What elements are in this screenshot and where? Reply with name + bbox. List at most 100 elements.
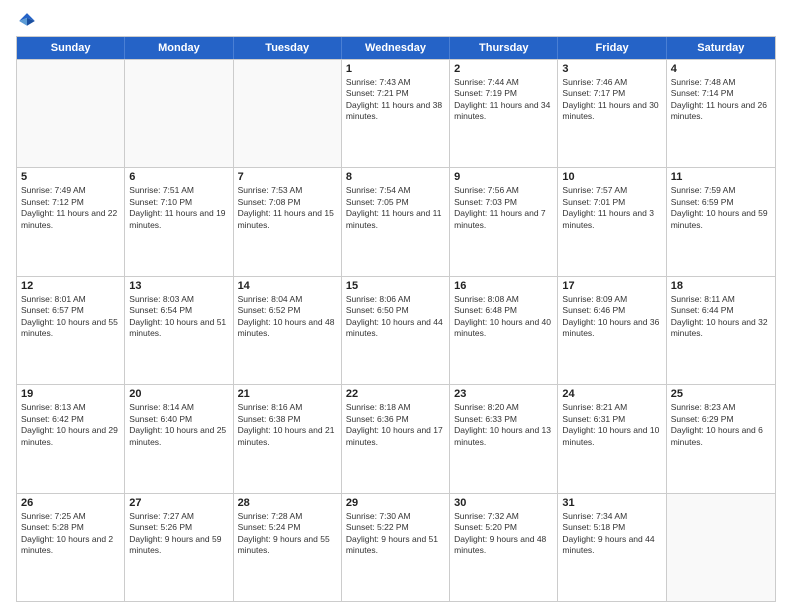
cell-info: Sunrise: 7:46 AM Sunset: 7:17 PM Dayligh…	[562, 77, 661, 123]
cell-info: Sunrise: 8:11 AM Sunset: 6:44 PM Dayligh…	[671, 294, 771, 340]
day-cell-2: 2 Sunrise: 7:44 AM Sunset: 7:19 PM Daylig…	[450, 60, 558, 167]
day-number: 20	[129, 388, 228, 400]
cell-info: Sunrise: 8:03 AM Sunset: 6:54 PM Dayligh…	[129, 294, 228, 340]
cell-info: Sunrise: 8:14 AM Sunset: 6:40 PM Dayligh…	[129, 402, 228, 448]
cell-info: Sunrise: 7:56 AM Sunset: 7:03 PM Dayligh…	[454, 185, 553, 231]
day-number: 14	[238, 280, 337, 292]
cell-info: Sunrise: 7:32 AM Sunset: 5:20 PM Dayligh…	[454, 511, 553, 557]
day-number: 31	[562, 497, 661, 509]
day-number: 4	[671, 63, 771, 75]
day-cell-27: 27 Sunrise: 7:27 AM Sunset: 5:26 PM Dayli…	[125, 494, 233, 601]
day-cell-5: 5 Sunrise: 7:49 AM Sunset: 7:12 PM Daylig…	[17, 168, 125, 275]
day-cell-21: 21Sunrise: 8:16 AM Sunset: 6:38 PM Dayli…	[234, 385, 342, 492]
cell-info: Sunrise: 7:57 AM Sunset: 7:01 PM Dayligh…	[562, 185, 661, 231]
calendar-row-4: 19 Sunrise: 8:13 AM Sunset: 6:42 PM Dayli…	[17, 384, 775, 492]
day-number: 17	[562, 280, 661, 292]
day-cell-7: 7Sunrise: 7:53 AM Sunset: 7:08 PM Daylig…	[234, 168, 342, 275]
day-cell-19: 19 Sunrise: 8:13 AM Sunset: 6:42 PM Dayli…	[17, 385, 125, 492]
calendar-row-5: 26Sunrise: 7:25 AM Sunset: 5:28 PM Dayli…	[17, 493, 775, 601]
logo	[16, 10, 40, 32]
calendar-row-3: 12 Sunrise: 8:01 AM Sunset: 6:57 PM Dayli…	[17, 276, 775, 384]
day-cell-8: 8 Sunrise: 7:54 AM Sunset: 7:05 PM Daylig…	[342, 168, 450, 275]
cell-info: Sunrise: 8:18 AM Sunset: 6:36 PM Dayligh…	[346, 402, 445, 448]
day-cell-23: 23 Sunrise: 8:20 AM Sunset: 6:33 PM Dayli…	[450, 385, 558, 492]
day-number: 6	[129, 171, 228, 183]
cell-info: Sunrise: 8:13 AM Sunset: 6:42 PM Dayligh…	[21, 402, 120, 448]
calendar: SundayMondayTuesdayWednesdayThursdayFrid…	[16, 36, 776, 602]
weekday-header-thursday: Thursday	[450, 37, 558, 59]
cell-info: Sunrise: 8:23 AM Sunset: 6:29 PM Dayligh…	[671, 402, 771, 448]
day-cell-16: 16Sunrise: 8:08 AM Sunset: 6:48 PM Dayli…	[450, 277, 558, 384]
day-cell-11: 11 Sunrise: 7:59 AM Sunset: 6:59 PM Dayli…	[667, 168, 775, 275]
calendar-page: SundayMondayTuesdayWednesdayThursdayFrid…	[0, 0, 792, 612]
day-cell-1: 1 Sunrise: 7:43 AM Sunset: 7:21 PM Daylig…	[342, 60, 450, 167]
day-cell-14: 14 Sunrise: 8:04 AM Sunset: 6:52 PM Dayli…	[234, 277, 342, 384]
cell-info: Sunrise: 8:21 AM Sunset: 6:31 PM Dayligh…	[562, 402, 661, 448]
day-cell-24: 24Sunrise: 8:21 AM Sunset: 6:31 PM Dayli…	[558, 385, 666, 492]
cell-info: Sunrise: 7:59 AM Sunset: 6:59 PM Dayligh…	[671, 185, 771, 231]
empty-cell	[17, 60, 125, 167]
day-cell-4: 4 Sunrise: 7:48 AM Sunset: 7:14 PM Daylig…	[667, 60, 775, 167]
calendar-row-2: 5 Sunrise: 7:49 AM Sunset: 7:12 PM Daylig…	[17, 167, 775, 275]
cell-info: Sunrise: 8:01 AM Sunset: 6:57 PM Dayligh…	[21, 294, 120, 340]
day-cell-28: 28 Sunrise: 7:28 AM Sunset: 5:24 PM Dayli…	[234, 494, 342, 601]
empty-cell	[125, 60, 233, 167]
day-number: 9	[454, 171, 553, 183]
day-cell-12: 12 Sunrise: 8:01 AM Sunset: 6:57 PM Dayli…	[17, 277, 125, 384]
day-number: 27	[129, 497, 228, 509]
day-number: 5	[21, 171, 120, 183]
day-number: 23	[454, 388, 553, 400]
day-cell-31: 31 Sunrise: 7:34 AM Sunset: 5:18 PM Dayli…	[558, 494, 666, 601]
day-cell-30: 30 Sunrise: 7:32 AM Sunset: 5:20 PM Dayli…	[450, 494, 558, 601]
weekday-header-saturday: Saturday	[667, 37, 775, 59]
day-number: 29	[346, 497, 445, 509]
cell-info: Sunrise: 8:20 AM Sunset: 6:33 PM Dayligh…	[454, 402, 553, 448]
day-cell-10: 10Sunrise: 7:57 AM Sunset: 7:01 PM Dayli…	[558, 168, 666, 275]
day-cell-6: 6 Sunrise: 7:51 AM Sunset: 7:10 PM Daylig…	[125, 168, 233, 275]
day-number: 2	[454, 63, 553, 75]
day-number: 12	[21, 280, 120, 292]
day-cell-20: 20 Sunrise: 8:14 AM Sunset: 6:40 PM Dayli…	[125, 385, 233, 492]
cell-info: Sunrise: 8:08 AM Sunset: 6:48 PM Dayligh…	[454, 294, 553, 340]
cell-info: Sunrise: 7:48 AM Sunset: 7:14 PM Dayligh…	[671, 77, 771, 123]
cell-info: Sunrise: 8:04 AM Sunset: 6:52 PM Dayligh…	[238, 294, 337, 340]
cell-info: Sunrise: 7:49 AM Sunset: 7:12 PM Dayligh…	[21, 185, 120, 231]
day-cell-3: 3 Sunrise: 7:46 AM Sunset: 7:17 PM Daylig…	[558, 60, 666, 167]
day-number: 21	[238, 388, 337, 400]
logo-icon	[16, 10, 38, 32]
day-number: 8	[346, 171, 445, 183]
weekday-header-monday: Monday	[125, 37, 233, 59]
day-number: 28	[238, 497, 337, 509]
day-cell-29: 29 Sunrise: 7:30 AM Sunset: 5:22 PM Dayli…	[342, 494, 450, 601]
cell-info: Sunrise: 7:43 AM Sunset: 7:21 PM Dayligh…	[346, 77, 445, 123]
cell-info: Sunrise: 7:30 AM Sunset: 5:22 PM Dayligh…	[346, 511, 445, 557]
header	[16, 10, 776, 32]
day-number: 1	[346, 63, 445, 75]
day-number: 3	[562, 63, 661, 75]
cell-info: Sunrise: 7:28 AM Sunset: 5:24 PM Dayligh…	[238, 511, 337, 557]
weekday-header-friday: Friday	[558, 37, 666, 59]
cell-info: Sunrise: 7:34 AM Sunset: 5:18 PM Dayligh…	[562, 511, 661, 557]
day-number: 30	[454, 497, 553, 509]
weekday-header-row: SundayMondayTuesdayWednesdayThursdayFrid…	[17, 37, 775, 59]
day-number: 13	[129, 280, 228, 292]
day-cell-17: 17Sunrise: 8:09 AM Sunset: 6:46 PM Dayli…	[558, 277, 666, 384]
cell-info: Sunrise: 7:53 AM Sunset: 7:08 PM Dayligh…	[238, 185, 337, 231]
cell-info: Sunrise: 7:44 AM Sunset: 7:19 PM Dayligh…	[454, 77, 553, 123]
day-number: 19	[21, 388, 120, 400]
day-number: 26	[21, 497, 120, 509]
day-cell-26: 26Sunrise: 7:25 AM Sunset: 5:28 PM Dayli…	[17, 494, 125, 601]
day-number: 25	[671, 388, 771, 400]
empty-cell	[667, 494, 775, 601]
day-number: 15	[346, 280, 445, 292]
day-cell-15: 15Sunrise: 8:06 AM Sunset: 6:50 PM Dayli…	[342, 277, 450, 384]
cell-info: Sunrise: 7:27 AM Sunset: 5:26 PM Dayligh…	[129, 511, 228, 557]
weekday-header-tuesday: Tuesday	[234, 37, 342, 59]
cell-info: Sunrise: 7:51 AM Sunset: 7:10 PM Dayligh…	[129, 185, 228, 231]
calendar-row-1: 1 Sunrise: 7:43 AM Sunset: 7:21 PM Daylig…	[17, 59, 775, 167]
day-number: 11	[671, 171, 771, 183]
calendar-body: 1 Sunrise: 7:43 AM Sunset: 7:21 PM Daylig…	[17, 59, 775, 601]
cell-info: Sunrise: 7:54 AM Sunset: 7:05 PM Dayligh…	[346, 185, 445, 231]
day-cell-22: 22Sunrise: 8:18 AM Sunset: 6:36 PM Dayli…	[342, 385, 450, 492]
day-cell-25: 25 Sunrise: 8:23 AM Sunset: 6:29 PM Dayli…	[667, 385, 775, 492]
